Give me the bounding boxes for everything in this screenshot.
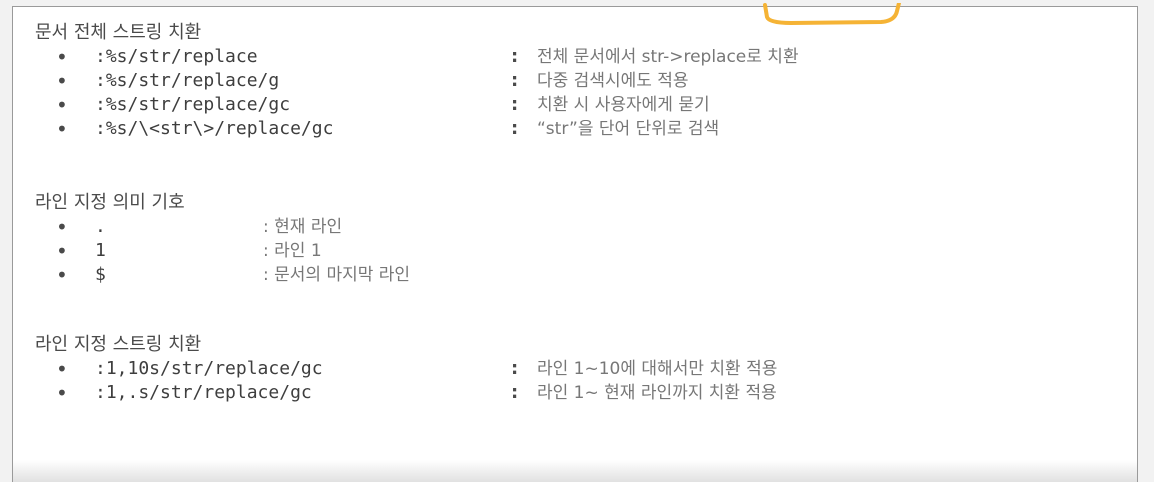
symbol-description: : 라인 1 [263,241,322,261]
separator-colon: : [511,70,519,91]
bullet-icon: • [56,263,68,287]
bullet-icon: • [56,45,68,69]
bottom-shadow [13,460,1137,482]
symbol-text: 1 [95,240,106,261]
bullet-icon: • [56,117,68,141]
command-description: 라인 1~ 현재 라인까지 치환 적용 [537,383,777,403]
list-item: • :1,10s/str/replace/gc : 라인 1~10에 대해서만 … [35,357,777,381]
list-item: • $ : 문서의 마지막 라인 [35,263,410,287]
command-description: 전체 문서에서 str->replace로 치환 [537,47,799,67]
command-text: :1,.s/str/replace/gc [95,382,312,403]
separator-colon: : [511,46,519,67]
list-item: • :%s/str/replace/g : 다중 검색시에도 적용 [35,69,689,93]
section-heading: 라인 지정 의미 기호 [35,192,185,213]
command-description: 다중 검색시에도 적용 [537,71,689,91]
section-line-range-replace: 라인 지정 스트링 치환 • :1,10s/str/replace/gc : 라… [35,333,777,405]
command-description: 라인 1~10에 대해서만 치환 적용 [537,359,778,379]
bullet-icon: • [56,215,68,239]
section-heading: 문서 전체 스트링 치환 [35,22,202,43]
pen-annotation-mark [763,3,901,25]
symbol-description: : 문서의 마지막 라인 [263,265,411,285]
bullet-icon: • [56,69,68,93]
command-description: 치환 시 사용자에게 묻기 [537,95,710,115]
bullet-icon: • [56,93,68,117]
command-text: :%s/str/replace [95,46,258,67]
separator-colon: : [511,382,519,403]
list-item: • :1,.s/str/replace/gc : 라인 1~ 현재 라인까지 치… [35,381,777,405]
bullet-icon: • [56,357,68,381]
bullet-icon: • [56,381,68,405]
list-item: • :%s/str/replace/gc : 치환 시 사용자에게 묻기 [35,93,710,117]
symbol-description: : 현재 라인 [263,217,343,237]
command-text: :%s/\<str\>/replace/gc [95,118,334,139]
list-item: • 1 : 라인 1 [35,239,322,263]
section-document-replace: 문서 전체 스트링 치환 • :%s/str/replace : 전체 문서에서… [35,21,799,141]
separator-colon: : [511,118,519,139]
separator-colon: : [511,94,519,115]
section-line-symbols: 라인 지정 의미 기호 • . : 현재 라인 • 1 : 라인 1 • $ :… [35,191,410,287]
list-item: • . : 현재 라인 [35,215,342,239]
bullet-icon: • [56,239,68,263]
symbol-text: $ [95,264,106,285]
section-heading: 라인 지정 스트링 치환 [35,334,202,355]
symbol-text: . [95,216,106,237]
command-text: :%s/str/replace/gc [95,94,291,115]
command-text: :1,10s/str/replace/gc [95,358,323,379]
list-item: • :%s/\<str\>/replace/gc : “str”을 단어 단위로… [35,117,719,141]
separator-colon: : [511,358,519,379]
command-text: :%s/str/replace/g [95,70,280,91]
list-item: • :%s/str/replace : 전체 문서에서 str->replace… [35,45,799,69]
command-description: “str”을 단어 단위로 검색 [537,119,720,139]
slide: 문서 전체 스트링 치환 • :%s/str/replace : 전체 문서에서… [12,3,1138,482]
